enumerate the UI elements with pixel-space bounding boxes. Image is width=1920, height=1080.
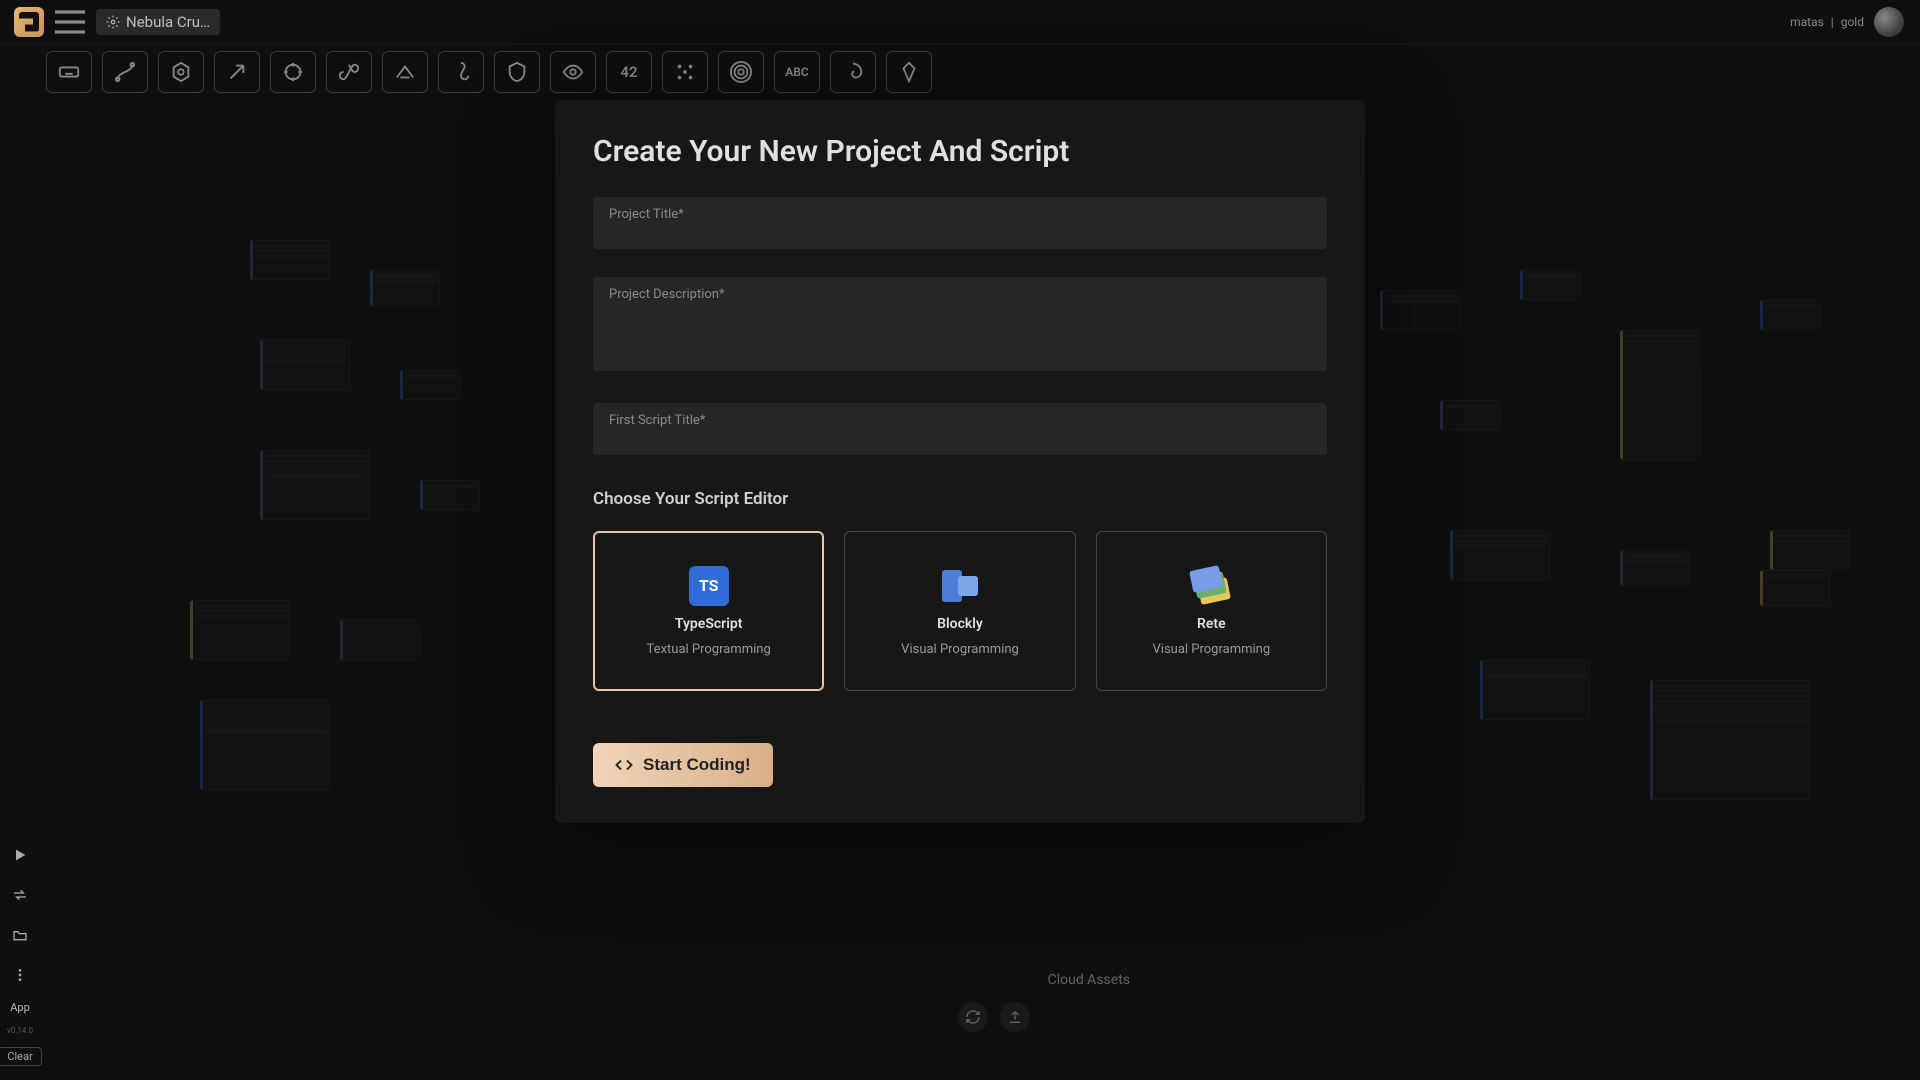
blockly-icon [940, 566, 980, 606]
editor-sub: Textual Programming [647, 642, 771, 657]
editor-section-label: Choose Your Script Editor [593, 489, 1327, 509]
editor-sub: Visual Programming [1153, 642, 1271, 657]
editor-card-blockly[interactable]: Blockly Visual Programming [844, 531, 1075, 691]
script-title-input[interactable] [593, 403, 1327, 455]
editor-card-typescript[interactable]: TS TypeScript Textual Programming [593, 531, 824, 691]
editor-card-rete[interactable]: Rete Visual Programming [1096, 531, 1327, 691]
typescript-icon: TS [689, 566, 729, 606]
project-title-input[interactable] [593, 197, 1327, 249]
editor-title: TypeScript [675, 616, 743, 632]
create-project-modal: Create Your New Project And Script Proje… [555, 100, 1365, 823]
project-desc-input[interactable] [593, 277, 1327, 371]
script-title-field: First Script Title* [593, 403, 1327, 455]
project-desc-field: Project Description* [593, 277, 1327, 375]
code-icon [615, 756, 633, 774]
modal-backdrop: Create Your New Project And Script Proje… [0, 0, 1920, 1080]
start-coding-button[interactable]: Start Coding! [593, 743, 773, 787]
rete-icon [1191, 566, 1231, 606]
modal-title: Create Your New Project And Script [593, 134, 1327, 169]
editor-sub: Visual Programming [901, 642, 1019, 657]
editor-title: Blockly [937, 616, 983, 632]
start-coding-label: Start Coding! [643, 755, 751, 775]
project-title-field: Project Title* [593, 197, 1327, 249]
editor-grid: TS TypeScript Textual Programming Blockl… [593, 531, 1327, 691]
editor-title: Rete [1197, 616, 1226, 632]
